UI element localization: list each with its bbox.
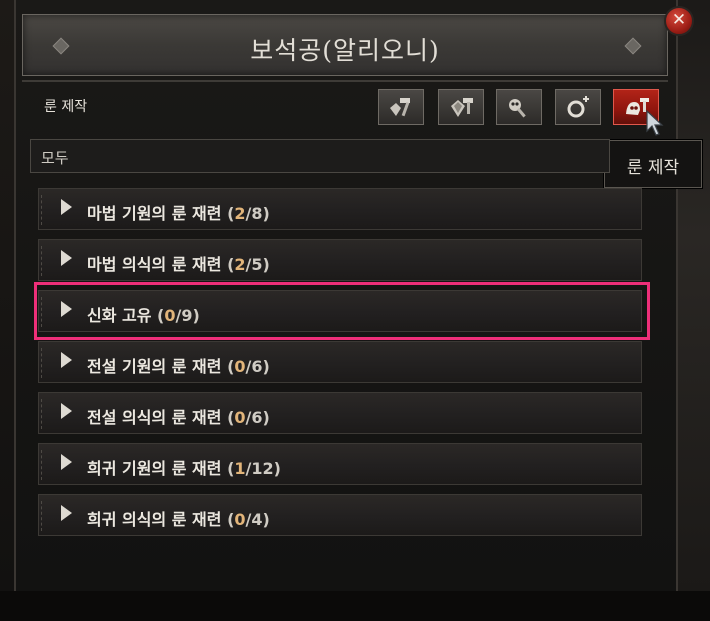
- category-count: (1/12): [227, 459, 281, 478]
- filter-dropdown[interactable]: 모두: [30, 139, 610, 173]
- expand-arrow-icon: [61, 250, 72, 266]
- category-name: 마법 의식의 룬 재련: [87, 255, 222, 274]
- background-left: [0, 0, 14, 591]
- title-bar: 보석공(알리오니): [22, 14, 668, 76]
- category-name: 신화 고유: [87, 306, 152, 325]
- section-label: 룬 제작: [44, 99, 88, 115]
- row-ornament: [41, 501, 56, 531]
- row-ornament: [41, 246, 56, 276]
- expand-arrow-icon: [61, 403, 72, 419]
- category-label: 희귀 의식의 룬 재련 (0/4): [87, 506, 270, 530]
- tooltip-text: 룬 제작: [626, 158, 680, 178]
- hammer-skull-icon: [509, 99, 526, 118]
- expand-arrow-icon: [61, 301, 72, 317]
- expand-arrow-icon: [61, 505, 72, 521]
- expand-arrow-icon: [61, 352, 72, 368]
- header-divider: [22, 80, 668, 82]
- category-count: (0/6): [227, 408, 270, 427]
- category-name: 전설 의식의 룬 재련: [87, 408, 222, 427]
- row-ornament: [41, 195, 56, 225]
- skull-craft-button[interactable]: [496, 89, 542, 125]
- row-ornament: [41, 399, 56, 429]
- category-row[interactable]: 전설 의식의 룬 재련 (0/6): [38, 392, 642, 434]
- close-icon: ✕: [671, 10, 687, 30]
- category-row[interactable]: 신화 고유 (0/9): [38, 290, 642, 332]
- category-label: 마법 의식의 룬 재련 (2/5): [87, 251, 270, 275]
- close-button[interactable]: ✕: [664, 6, 694, 36]
- category-count: (2/5): [227, 255, 270, 274]
- ring-plus-icon: [567, 96, 589, 118]
- category-row[interactable]: 전설 기원의 룬 재련 (0/6): [38, 341, 642, 383]
- category-name: 마법 기원의 룬 재련: [87, 204, 222, 223]
- ring-craft-button[interactable]: [555, 89, 601, 125]
- category-count: (0/4): [227, 510, 270, 529]
- gem-shape-button[interactable]: [438, 89, 484, 125]
- row-ornament: [41, 348, 56, 378]
- hammer-diamond-icon: [451, 98, 473, 117]
- category-count: (0/6): [227, 357, 270, 376]
- category-row[interactable]: 마법 의식의 룬 재련 (2/5): [38, 239, 642, 281]
- mouse-cursor-icon: [646, 109, 664, 136]
- filter-value: 모두: [41, 149, 69, 167]
- category-count: (2/8): [227, 204, 270, 223]
- hammer-gem-icon: [390, 98, 410, 117]
- category-row[interactable]: 마법 기원의 룬 재련 (2/8): [38, 188, 642, 230]
- category-count: (0/9): [157, 306, 200, 325]
- category-row[interactable]: 희귀 의식의 룬 재련 (0/4): [38, 494, 642, 536]
- category-label: 전설 의식의 룬 재련 (0/6): [87, 404, 270, 428]
- tooltip: 룬 제작: [604, 140, 702, 188]
- gem-craft-button[interactable]: [378, 89, 424, 125]
- category-name: 희귀 의식의 룬 재련: [87, 510, 222, 529]
- category-name: 전설 기원의 룬 재련: [87, 357, 222, 376]
- category-label: 희귀 기원의 룬 재련 (1/12): [87, 455, 281, 479]
- window-title: 보석공(알리오니): [250, 36, 440, 65]
- row-ornament: [41, 450, 56, 480]
- row-ornament: [41, 297, 56, 327]
- expand-arrow-icon: [61, 199, 72, 215]
- expand-arrow-icon: [61, 454, 72, 470]
- category-label: 마법 기원의 룬 재련 (2/8): [87, 200, 270, 224]
- category-label: 전설 기원의 룬 재련 (0/6): [87, 353, 270, 377]
- category-name: 희귀 기원의 룬 재련: [87, 459, 222, 478]
- category-row[interactable]: 희귀 기원의 룬 재련 (1/12): [38, 443, 642, 485]
- category-label: 신화 고유 (0/9): [87, 302, 200, 326]
